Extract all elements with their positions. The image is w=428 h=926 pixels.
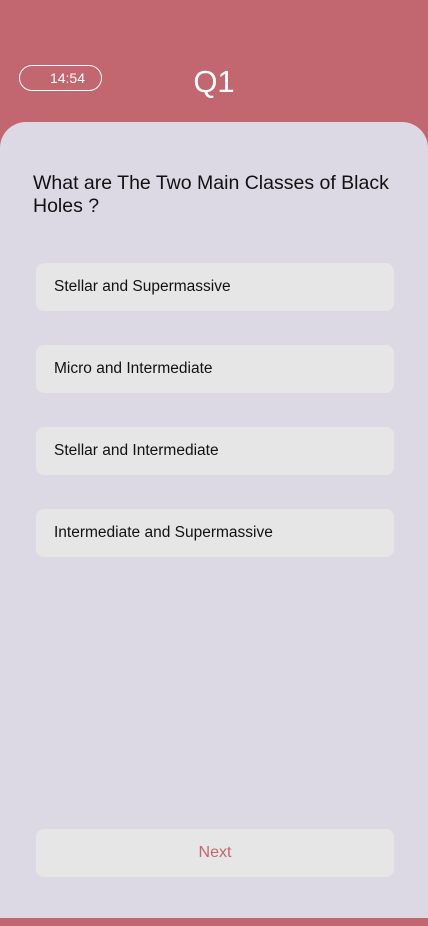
- answer-option-1[interactable]: Stellar and Supermassive: [36, 263, 394, 311]
- answer-option-4[interactable]: Intermediate and Supermassive: [36, 509, 394, 557]
- answer-option-2[interactable]: Micro and Intermediate: [36, 345, 394, 393]
- bottom-bar: [0, 918, 428, 926]
- question-text: What are The Two Main Classes of Black H…: [33, 172, 389, 217]
- next-button[interactable]: Next: [36, 829, 394, 877]
- quiz-card: What are The Two Main Classes of Black H…: [0, 122, 428, 918]
- answer-option-3[interactable]: Stellar and Intermediate: [36, 427, 394, 475]
- question-number-title: Q1: [193, 64, 235, 99]
